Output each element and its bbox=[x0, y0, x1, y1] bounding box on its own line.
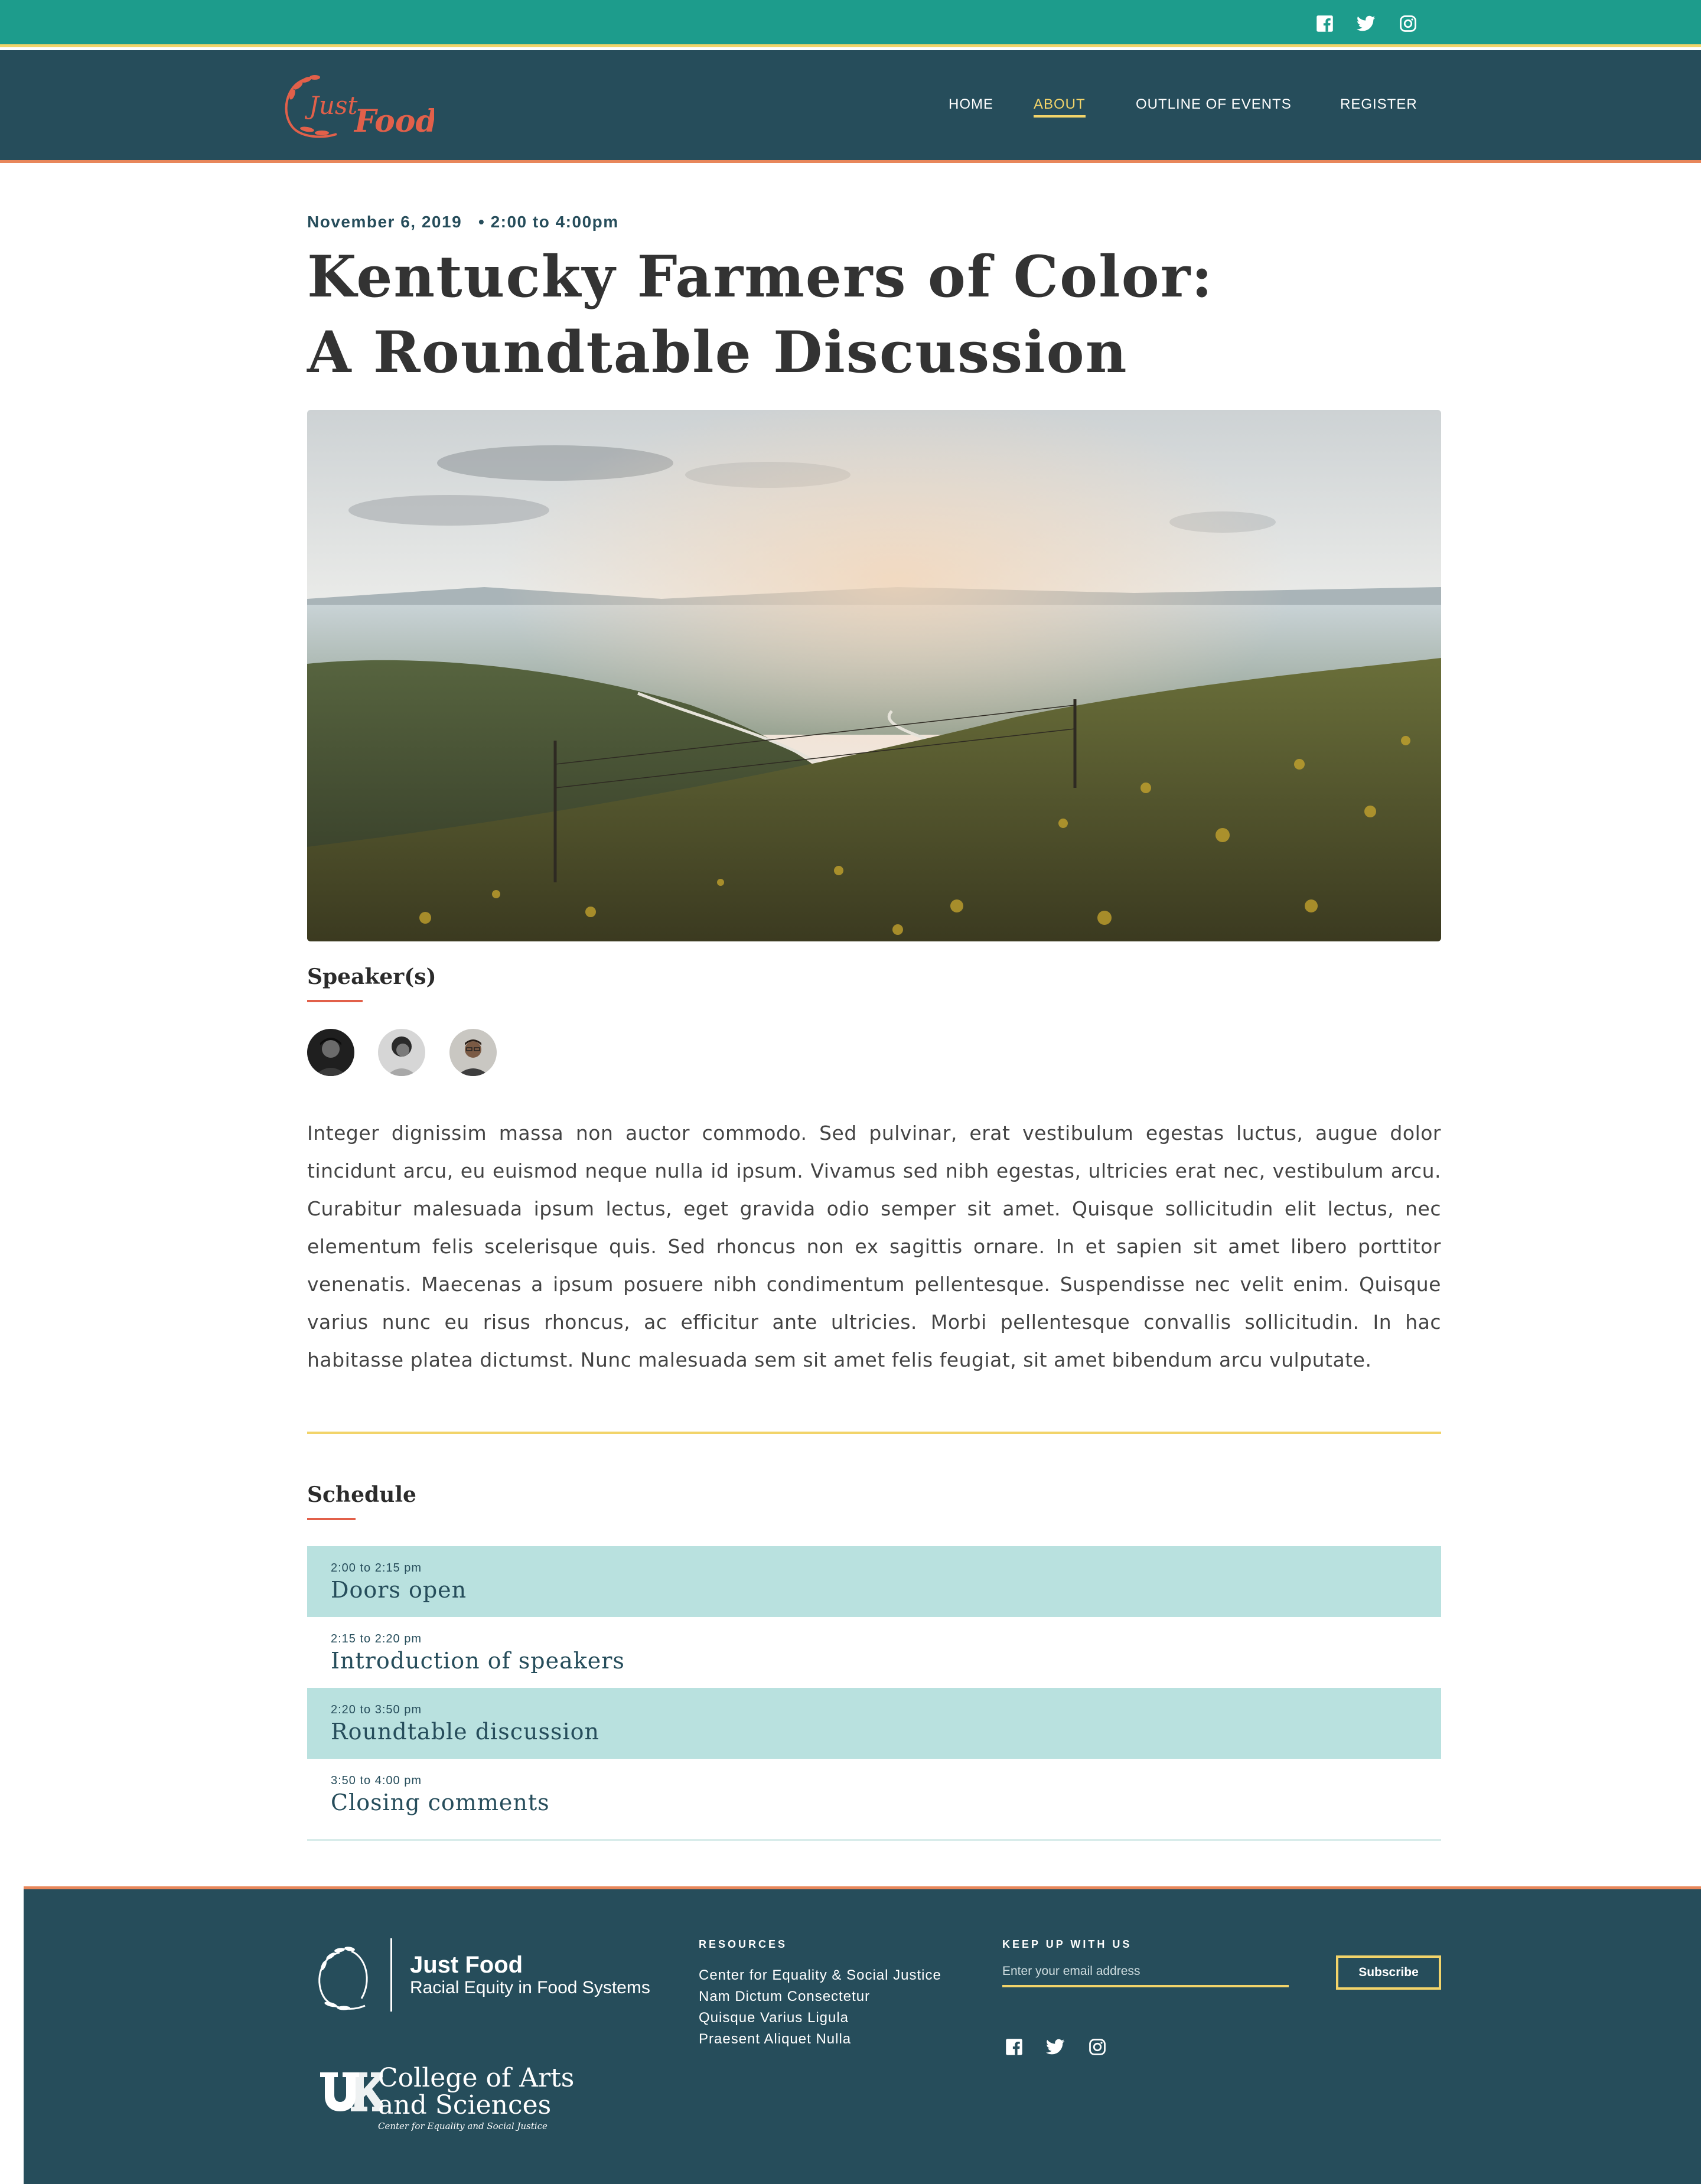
schedule-heading: Schedule bbox=[307, 1482, 416, 1520]
schedule-item-label: Roundtable discussion bbox=[331, 1719, 599, 1745]
schedule-heading-underline bbox=[307, 1518, 356, 1520]
speakers-heading-text: Speaker(s) bbox=[307, 964, 436, 989]
speakers-heading-underline bbox=[307, 1000, 363, 1002]
college-name: College of Arts and Sciences bbox=[378, 2065, 574, 2119]
schedule-item-label: Introduction of speakers bbox=[331, 1648, 625, 1674]
resource-link[interactable]: Praesent Aliquet Nulla bbox=[699, 2029, 941, 2050]
hero-landscape-image bbox=[307, 410, 1441, 941]
footer-logo-divider bbox=[390, 1938, 392, 2012]
college-subtitle: Center for Equality and Social Justice bbox=[378, 2121, 548, 2131]
college-name-line2: and Sciences bbox=[378, 2090, 552, 2120]
resources-heading: RESOURCES bbox=[699, 1938, 788, 1950]
nav-about[interactable]: ABOUT bbox=[1034, 96, 1086, 118]
resource-link[interactable]: Quisque Varius Ligula bbox=[699, 2007, 941, 2029]
speaker-avatar-2[interactable] bbox=[378, 1029, 425, 1076]
instagram-icon[interactable] bbox=[1398, 14, 1418, 34]
schedule-item-label: Closing comments bbox=[331, 1789, 550, 1815]
event-time: 2:00 to 4:00pm bbox=[490, 213, 619, 231]
twitter-icon[interactable] bbox=[1356, 14, 1376, 34]
event-title: Kentucky Farmers of Color: A Roundtable … bbox=[307, 243, 1214, 386]
schedule-bottom-rule bbox=[307, 1839, 1441, 1841]
schedule-item-time: 2:00 to 2:15 pm bbox=[331, 1562, 422, 1575]
schedule-item: 2:15 to 2:20 pm Introduction of speakers bbox=[307, 1617, 1441, 1688]
schedule-item-time: 2:20 to 3:50 pm bbox=[331, 1703, 422, 1716]
instagram-icon[interactable] bbox=[1087, 2037, 1107, 2057]
schedule-item: 2:20 to 3:50 pm Roundtable discussion bbox=[307, 1688, 1441, 1759]
event-datetime: November 6, 2019 • 2:00 to 4:00pm bbox=[307, 213, 619, 232]
speaker-avatar-1[interactable] bbox=[307, 1029, 354, 1076]
event-date: November 6, 2019 bbox=[307, 213, 462, 231]
resource-link[interactable]: Center for Equality & Social Justice bbox=[699, 1965, 941, 1986]
facebook-icon[interactable] bbox=[1004, 2037, 1024, 2057]
footer-wreath-logo[interactable] bbox=[307, 1939, 378, 2016]
date-bullet: • bbox=[467, 213, 485, 231]
speakers-heading: Speaker(s) bbox=[307, 964, 436, 1002]
resource-link[interactable]: Nam Dictum Consectetur bbox=[699, 1986, 941, 2007]
subscribe-button[interactable]: Subscribe bbox=[1336, 1955, 1441, 1990]
schedule-item-time: 2:15 to 2:20 pm bbox=[331, 1632, 422, 1645]
nav-outline-of-events[interactable]: OUTLINE OF EVENTS bbox=[1136, 96, 1292, 113]
schedule-heading-text: Schedule bbox=[307, 1482, 416, 1507]
footer-brand-subtitle: Racial Equity in Food Systems bbox=[410, 1978, 650, 1997]
main-nav: HOME ABOUT OUTLINE OF EVENTS REGISTER bbox=[0, 96, 1701, 120]
main-header: Just Food HOME ABOUT OUTLINE OF EVENTS R… bbox=[0, 50, 1701, 163]
schedule-item: 2:00 to 2:15 pm Doors open bbox=[307, 1546, 1441, 1617]
event-description: Integer dignissim massa non auctor commo… bbox=[307, 1122, 1441, 1371]
newsletter-heading: KEEP UP WITH US bbox=[1002, 1938, 1132, 1950]
section-divider bbox=[307, 1432, 1441, 1434]
top-social-bar bbox=[0, 0, 1701, 47]
resources-list: Center for Equality & Social Justice Nam… bbox=[699, 1965, 941, 2050]
uk-logo[interactable] bbox=[318, 2066, 389, 2120]
speaker-avatar-3[interactable] bbox=[449, 1029, 497, 1076]
footer-brand-name: Just Food bbox=[410, 1952, 523, 1978]
site-footer: Just Food Racial Equity in Food Systems … bbox=[24, 1886, 1701, 2184]
twitter-icon[interactable] bbox=[1045, 2037, 1065, 2057]
college-name-line1: College of Arts bbox=[378, 2063, 575, 2093]
schedule-item-time: 3:50 to 4:00 pm bbox=[331, 1774, 422, 1787]
schedule-item-label: Doors open bbox=[331, 1577, 467, 1603]
nav-home[interactable]: HOME bbox=[949, 96, 993, 113]
nav-register[interactable]: REGISTER bbox=[1340, 96, 1418, 113]
email-input[interactable]: Enter your email address bbox=[1002, 1958, 1289, 1987]
schedule-list: 2:00 to 2:15 pm Doors open 2:15 to 2:20 … bbox=[307, 1546, 1441, 1830]
schedule-item: 3:50 to 4:00 pm Closing comments bbox=[307, 1759, 1441, 1830]
facebook-icon[interactable] bbox=[1315, 14, 1335, 34]
